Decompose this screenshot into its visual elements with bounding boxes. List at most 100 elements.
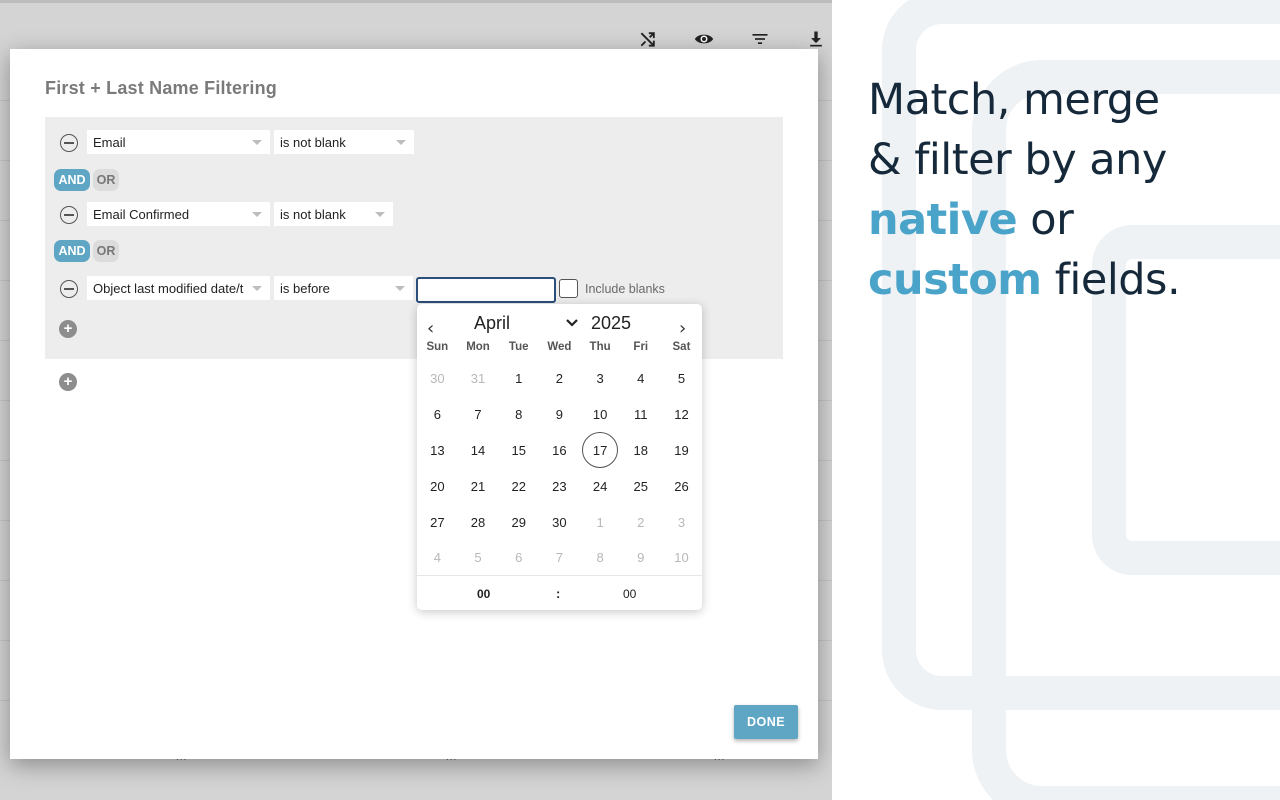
calendar-day[interactable]: 11 — [620, 397, 661, 433]
calendar-day[interactable]: 6 — [417, 397, 458, 433]
and-toggle[interactable]: AND — [54, 169, 90, 191]
calendar-day[interactable]: 8 — [580, 540, 621, 576]
calendar-day[interactable]: 21 — [458, 468, 499, 504]
calendar-day[interactable]: 8 — [498, 397, 539, 433]
operator-select[interactable]: is not blank — [274, 130, 414, 154]
calendar-day[interactable]: 27 — [417, 504, 458, 540]
calendar-day[interactable]: 13 — [417, 433, 458, 469]
calendar-day[interactable]: 9 — [539, 397, 580, 433]
calendar-day[interactable]: 28 — [458, 504, 499, 540]
include-blanks-checkbox[interactable] — [559, 279, 578, 298]
calendar-day[interactable]: 24 — [580, 468, 621, 504]
add-group-icon[interactable]: + — [59, 373, 77, 391]
and-toggle[interactable]: AND — [54, 240, 90, 262]
headline-line: custom fields. — [868, 250, 1181, 310]
calendar-day[interactable]: 19 — [661, 433, 702, 469]
headline-accent: native — [868, 195, 1018, 245]
weekday-label: Sun — [426, 341, 449, 353]
calendar-day[interactable]: 2 — [620, 504, 661, 540]
top-border — [0, 0, 832, 3]
operator-select[interactable]: is not blank — [274, 202, 393, 226]
calendar-day[interactable]: 5 — [458, 540, 499, 576]
field-select-value: Object last modified date/t — [93, 281, 244, 296]
prev-month-icon[interactable]: ‹ — [427, 318, 434, 339]
hour-input[interactable]: 00 — [477, 587, 490, 601]
weekday-label: Wed — [547, 341, 572, 353]
day-grid: 30 31 1 2 3 4 5 6 7 8 9 10 11 12 13 14 15 16 17 18 19 20 21 22 2… — [417, 361, 702, 576]
headline-line: native or — [868, 190, 1180, 250]
headline-rest: or — [1017, 195, 1074, 245]
calendar-day[interactable]: 4 — [620, 361, 661, 397]
calendar-day[interactable]: 1 — [580, 504, 621, 540]
remove-condition-icon[interactable] — [60, 134, 78, 152]
chevron-down-icon — [252, 286, 262, 291]
field-select[interactable]: Object last modified date/t — [87, 276, 270, 300]
headline-accent: custom — [868, 255, 1042, 305]
or-toggle[interactable]: OR — [93, 169, 119, 191]
calendar-day[interactable]: 20 — [417, 468, 458, 504]
calendar-day[interactable]: 22 — [498, 468, 539, 504]
month-label: April — [474, 313, 511, 333]
or-toggle[interactable]: OR — [93, 240, 119, 262]
calendar-day[interactable]: 6 — [498, 540, 539, 576]
calendar-day[interactable]: 10 — [661, 540, 702, 576]
month-dropdown-icon[interactable] — [565, 316, 579, 330]
dialog-title: First + Last Name Filtering — [45, 78, 277, 98]
chevron-down-icon — [252, 212, 262, 217]
operator-select-value: is not blank — [280, 207, 346, 222]
chevron-down-icon — [375, 212, 385, 217]
filter-dialog: First + Last Name Filtering Email is not… — [10, 49, 818, 759]
calendar-day[interactable]: 31 — [458, 361, 499, 397]
field-select-value: Email — [93, 135, 126, 150]
calendar-day[interactable]: 10 — [580, 397, 621, 433]
year-input[interactable]: 2025 — [591, 313, 631, 334]
chevron-down-icon — [252, 140, 262, 145]
calendar-day[interactable]: 14 — [458, 433, 499, 469]
remove-condition-icon[interactable] — [60, 206, 78, 224]
calendar-day[interactable]: 29 — [498, 504, 539, 540]
calendar-day[interactable]: 18 — [620, 433, 661, 469]
calendar-day[interactable]: 12 — [661, 397, 702, 433]
weekday-label: Thu — [589, 341, 611, 353]
chevron-down-icon — [395, 286, 405, 291]
promo-panel: Match, merge & filter by any native or c… — [832, 0, 1280, 800]
headline-rest: fields. — [1041, 255, 1181, 305]
headline-line: Match, merge — [868, 75, 1160, 125]
date-input[interactable] — [416, 277, 556, 303]
calendar-day[interactable]: 15 — [498, 433, 539, 469]
calendar-day[interactable]: 30 — [539, 504, 580, 540]
calendar-day[interactable]: 1 — [498, 361, 539, 397]
calendar-day[interactable]: 5 — [661, 361, 702, 397]
operator-select-value: is not blank — [280, 135, 346, 150]
calendar-day[interactable]: 17 — [580, 432, 621, 469]
calendar-day[interactable]: 3 — [661, 504, 702, 540]
calendar-day[interactable]: 26 — [661, 468, 702, 504]
calendar-day[interactable]: 9 — [620, 540, 661, 576]
chevron-down-icon — [396, 140, 406, 145]
calendar-day[interactable]: 3 — [580, 361, 621, 397]
calendar-day[interactable]: 7 — [539, 540, 580, 576]
calendar-day[interactable]: 25 — [620, 468, 661, 504]
calendar-day[interactable]: 4 — [417, 540, 458, 576]
minute-input[interactable]: 00 — [623, 587, 636, 601]
operator-select[interactable]: is before — [274, 276, 413, 300]
remove-condition-icon[interactable] — [60, 280, 78, 298]
weekday-label: Sat — [672, 341, 691, 353]
calendar-day[interactable]: 30 — [417, 361, 458, 397]
include-blanks-label: Include blanks — [585, 282, 665, 296]
calendar-day[interactable]: 23 — [539, 468, 580, 504]
field-select[interactable]: Email — [87, 130, 270, 154]
next-month-icon[interactable]: › — [679, 318, 686, 339]
promo-headline: Match, merge & filter by any native or c… — [868, 70, 1181, 310]
weekday-label: Fri — [633, 341, 649, 353]
add-condition-icon[interactable]: + — [59, 320, 77, 338]
done-button[interactable]: DONE — [734, 705, 798, 739]
weekday-header: Sun Mon Tue Wed Thu Fri Sat — [417, 341, 702, 353]
calendar-day[interactable]: 2 — [539, 361, 580, 397]
weekday-label: Tue — [508, 341, 529, 353]
time-separator: : — [556, 586, 561, 601]
calendar-day[interactable]: 7 — [458, 397, 499, 433]
calendar-day[interactable]: 16 — [539, 433, 580, 469]
field-select[interactable]: Email Confirmed — [87, 202, 270, 226]
operator-select-value: is before — [280, 281, 330, 296]
